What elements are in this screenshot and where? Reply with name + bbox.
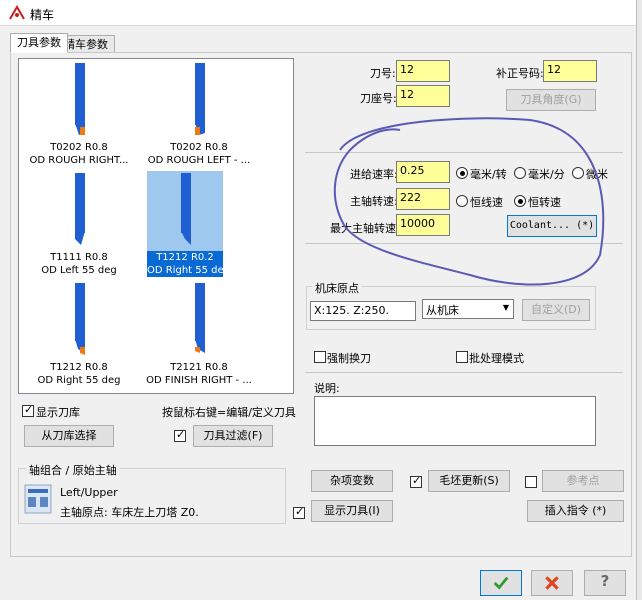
tool-angle-button[interactable]: 刀具角度(G) xyxy=(506,89,596,111)
window-title: 精车 xyxy=(30,8,55,22)
tool-image xyxy=(75,63,85,135)
feed-unit-micron-label: 微米 xyxy=(586,168,608,181)
display-tool-checkbox[interactable] xyxy=(293,505,305,519)
rpm-label: 恒转速 xyxy=(528,196,561,209)
title-bar: 精车 xyxy=(0,0,642,600)
tool-item[interactable]: T2121 R0.8 OD FINISH RIGHT - ... xyxy=(139,281,259,391)
feed-rate-label: 进给速率: xyxy=(350,168,398,181)
tool-label-line2: OD ROUGH RIGHT... xyxy=(29,155,129,166)
tool-image xyxy=(195,63,205,135)
cancel-button[interactable] xyxy=(531,570,573,596)
machine-origin-label: 机床原点 xyxy=(312,280,362,296)
tool-label-line1: T0202 R0.8 xyxy=(170,142,228,153)
feed-unit-mm-rev-label: 毫米/转 xyxy=(470,168,507,181)
ref-point-checkbox[interactable] xyxy=(525,476,537,488)
divider xyxy=(305,243,623,244)
tool-image xyxy=(181,173,191,245)
tool-image xyxy=(195,283,205,353)
close-icon xyxy=(545,576,559,590)
tool-item[interactable]: T1111 R0.8 OD Left 55 deg xyxy=(19,171,139,281)
station-label: 刀座号: xyxy=(360,92,397,105)
axis-combo-name: Left/Upper xyxy=(60,486,118,499)
spindle-speed-input[interactable]: 222 xyxy=(396,188,450,210)
chevron-down-icon: ▼ xyxy=(502,303,509,312)
window-edge xyxy=(636,0,642,600)
tab-tool-params[interactable]: 刀具参数 xyxy=(10,33,68,53)
feed-unit-mm-min-radio[interactable] xyxy=(514,167,526,179)
batch-mode-checkbox[interactable] xyxy=(456,351,468,363)
feed-unit-micron-radio[interactable] xyxy=(572,167,584,179)
origin-source-value: 从机床 xyxy=(426,304,459,317)
lathe-icon xyxy=(24,484,52,514)
ref-point-button[interactable]: 参考点 xyxy=(542,470,624,492)
tool-label-line2: OD FINISH RIGHT - ... xyxy=(146,375,252,386)
app-icon xyxy=(9,5,25,20)
right-click-hint: 按鼠标右键=编辑/定义刀具 xyxy=(162,406,296,419)
misc-values-button[interactable]: 杂项变数 xyxy=(311,470,393,492)
custom-define-button[interactable]: 自定义(D) xyxy=(522,299,590,321)
check-icon xyxy=(493,576,509,590)
insert-command-button[interactable]: 插入指令 (*) xyxy=(527,500,624,522)
tool-label-line2: OD Right 55 deg xyxy=(147,265,231,276)
station-input[interactable]: 12 xyxy=(396,85,450,107)
machine-origin-input[interactable]: X:125. Z:250. xyxy=(310,301,416,321)
tool-filter-checkbox[interactable] xyxy=(174,428,186,442)
coolant-button[interactable]: Coolant... (*) xyxy=(507,215,597,237)
help-icon: ? xyxy=(600,572,610,590)
force-change-checkbox[interactable] xyxy=(314,351,326,363)
comment-textarea[interactable] xyxy=(314,396,596,446)
tool-label-line1: T2121 R0.8 xyxy=(170,362,228,373)
max-spindle-label: 最大主轴转速: xyxy=(330,222,400,235)
ok-button[interactable] xyxy=(480,570,522,596)
rpm-radio[interactable] xyxy=(514,195,526,207)
css-radio[interactable] xyxy=(456,195,468,207)
tool-list[interactable]: T0202 R0.8 OD ROUGH RIGHT... T0202 R0.8 … xyxy=(18,58,294,394)
comment-label: 说明: xyxy=(314,382,340,395)
show-library-checkbox[interactable] xyxy=(22,403,34,417)
feed-rate-input[interactable]: 0.25 xyxy=(396,161,450,183)
stock-update-checkbox[interactable] xyxy=(410,474,422,488)
tool-image xyxy=(75,173,85,245)
tool-label-line2: OD Right 55 deg xyxy=(37,375,121,386)
show-library-label: 显示刀库 xyxy=(36,406,80,419)
tool-no-input[interactable]: 12 xyxy=(396,60,450,82)
spindle-speed-label: 主轴转速: xyxy=(350,195,398,208)
tool-item[interactable]: T0202 R0.8 OD ROUGH RIGHT... xyxy=(19,61,139,171)
offset-no-input[interactable]: 12 xyxy=(543,60,597,82)
origin-source-select[interactable]: 从机床 ▼ xyxy=(422,299,514,319)
tool-label-line2: OD Left 55 deg xyxy=(41,265,117,276)
spindle-origin-text: 主轴原点: 车床左上刀塔 Z0. xyxy=(60,506,199,519)
tool-item-selected[interactable]: T1212 R0.2 OD Right 55 deg xyxy=(147,171,267,281)
axis-combo-label: 轴组合 / 原始主轴 xyxy=(26,462,120,478)
feed-unit-mm-rev-radio[interactable] xyxy=(456,167,468,179)
display-tool-button[interactable]: 显示刀具(I) xyxy=(311,500,393,522)
select-from-library-button[interactable]: 从刀库选择 xyxy=(24,425,114,447)
batch-mode-label: 批处理模式 xyxy=(469,352,524,365)
tool-image xyxy=(75,283,85,355)
divider xyxy=(305,372,623,373)
tool-item[interactable]: T1212 R0.8 OD Right 55 deg xyxy=(19,281,139,391)
stock-update-button[interactable]: 毛坯更新(S) xyxy=(428,470,510,492)
max-spindle-input[interactable]: 10000 xyxy=(396,214,450,236)
tool-item[interactable]: T0202 R0.8 OD ROUGH LEFT - ... xyxy=(139,61,259,171)
tool-label-line1: T0202 R0.8 xyxy=(50,142,108,153)
css-label: 恒线速 xyxy=(470,196,503,209)
tool-filter-button[interactable]: 刀具过滤(F) xyxy=(193,425,273,447)
offset-no-label: 补正号码: xyxy=(496,67,544,80)
force-change-label: 强制换刀 xyxy=(327,352,371,365)
divider xyxy=(305,152,623,153)
feed-unit-mm-min-label: 毫米/分 xyxy=(528,168,565,181)
tool-label-line1: T1111 R0.8 xyxy=(50,252,108,263)
help-button[interactable]: ? xyxy=(584,570,626,596)
tool-label-line1: T1212 R0.8 xyxy=(50,362,108,373)
tool-label-line1: T1212 R0.2 xyxy=(156,252,214,263)
tool-no-label: 刀号: xyxy=(370,67,396,80)
tool-label-line2: OD ROUGH LEFT - ... xyxy=(147,155,251,166)
